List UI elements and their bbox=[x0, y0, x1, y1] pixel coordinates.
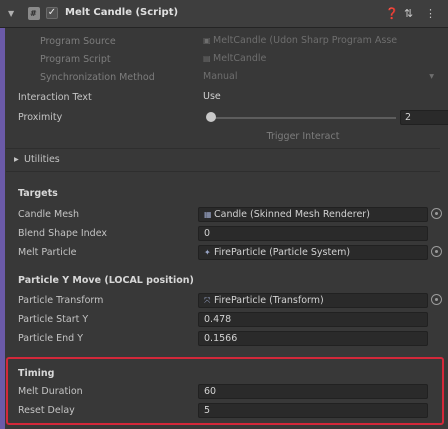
melt-duration-row: Melt Duration 60 bbox=[10, 383, 440, 401]
interaction-text-input[interactable]: Use bbox=[198, 90, 428, 105]
melt-duration-input[interactable]: 60 bbox=[198, 384, 428, 399]
object-picker-icon[interactable] bbox=[431, 294, 442, 305]
component-title: Melt Candle (Script) bbox=[65, 7, 179, 18]
timing-header: Timing bbox=[18, 368, 55, 379]
melt-particle-field[interactable]: ✦ FireParticle (Particle System) bbox=[198, 245, 428, 260]
preset-icon[interactable]: ⇅ bbox=[404, 7, 413, 20]
program-source-field: ▣ MeltCandle (Udon Sharp Program Asse bbox=[203, 35, 398, 46]
melt-particle-label: Melt Particle bbox=[18, 247, 77, 258]
particle-transform-label: Particle Transform bbox=[18, 295, 104, 306]
particle-start-y-label: Particle Start Y bbox=[18, 314, 89, 325]
sync-method-row: Synchronization Method Manual ▾ bbox=[10, 69, 440, 87]
interaction-text-row: Interaction Text Use bbox=[10, 89, 440, 107]
melt-particle-row: Melt Particle ✦ FireParticle (Particle Sy… bbox=[10, 244, 442, 262]
program-source-row: Program Source ▣ MeltCandle (Udon Sharp P… bbox=[10, 33, 440, 51]
proximity-slider-knob[interactable] bbox=[206, 112, 216, 122]
help-icon[interactable]: ❓ bbox=[385, 7, 399, 20]
reset-delay-label: Reset Delay bbox=[18, 405, 75, 416]
blend-shape-index-input[interactable]: 0 bbox=[198, 226, 428, 241]
particle-y-move-header: Particle Y Move (LOCAL position) bbox=[18, 275, 194, 286]
component-enabled-checkbox[interactable]: ✓ bbox=[46, 7, 58, 19]
program-script-row: Program Script ▤ MeltCandle bbox=[10, 51, 440, 69]
udon-accent-strip bbox=[0, 28, 5, 429]
candle-mesh-field[interactable]: ▦ Candle (Skinned Mesh Renderer) bbox=[198, 207, 428, 222]
particle-end-y-row: Particle End Y 0.1566 bbox=[10, 330, 440, 348]
proximity-label: Proximity bbox=[18, 112, 63, 123]
particle-transform-row: Particle Transform ⤧ FireParticle (Transf… bbox=[10, 292, 442, 310]
particle-start-y-input[interactable]: 0.478 bbox=[198, 312, 428, 327]
divider bbox=[6, 171, 440, 172]
candle-mesh-label: Candle Mesh bbox=[18, 209, 80, 220]
chevron-down-icon: ▾ bbox=[429, 71, 434, 82]
reset-delay-input[interactable]: 5 bbox=[198, 403, 428, 418]
blend-shape-index-row: Blend Shape Index 0 bbox=[10, 225, 440, 243]
sync-method-label: Synchronization Method bbox=[40, 72, 155, 83]
proximity-value-input[interactable]: 2 bbox=[400, 110, 448, 125]
targets-header: Targets bbox=[18, 188, 58, 199]
divider bbox=[6, 148, 440, 149]
program-script-field: ▤ MeltCandle bbox=[203, 53, 267, 64]
more-icon[interactable]: ⋮ bbox=[425, 7, 436, 20]
melt-duration-label: Melt Duration bbox=[18, 386, 83, 397]
sync-method-dropdown: Manual ▾ bbox=[203, 71, 434, 82]
object-picker-icon[interactable] bbox=[431, 208, 442, 219]
particle-end-y-label: Particle End Y bbox=[18, 333, 83, 344]
particle-transform-field[interactable]: ⤧ FireParticle (Transform) bbox=[198, 293, 428, 308]
utilities-label: Utilities bbox=[24, 154, 60, 165]
particle-end-y-input[interactable]: 0.1566 bbox=[198, 331, 428, 346]
proximity-slider-track[interactable] bbox=[210, 117, 396, 119]
foldout-arrow-icon[interactable]: ▸ bbox=[14, 154, 19, 165]
interaction-text-label: Interaction Text bbox=[18, 92, 92, 103]
particle-start-y-row: Particle Start Y 0.478 bbox=[10, 311, 440, 329]
trigger-interact-button[interactable]: Trigger Interact bbox=[188, 131, 418, 145]
utilities-foldout[interactable]: ▸ Utilities bbox=[10, 151, 440, 169]
program-source-label: Program Source bbox=[40, 36, 116, 47]
foldout-arrow-icon[interactable]: ▼ bbox=[8, 9, 14, 18]
object-picker-icon[interactable] bbox=[431, 246, 442, 257]
blend-shape-index-label: Blend Shape Index bbox=[18, 228, 107, 239]
reset-delay-row: Reset Delay 5 bbox=[10, 402, 440, 420]
program-script-label: Program Script bbox=[40, 54, 111, 65]
script-icon: # bbox=[28, 7, 40, 20]
component-header: ▼ # ✓ Melt Candle (Script) ❓ ⇅ ⋮ bbox=[0, 0, 448, 28]
candle-mesh-row: Candle Mesh ▦ Candle (Skinned Mesh Render… bbox=[10, 206, 442, 224]
proximity-row: Proximity 2 bbox=[10, 109, 448, 127]
